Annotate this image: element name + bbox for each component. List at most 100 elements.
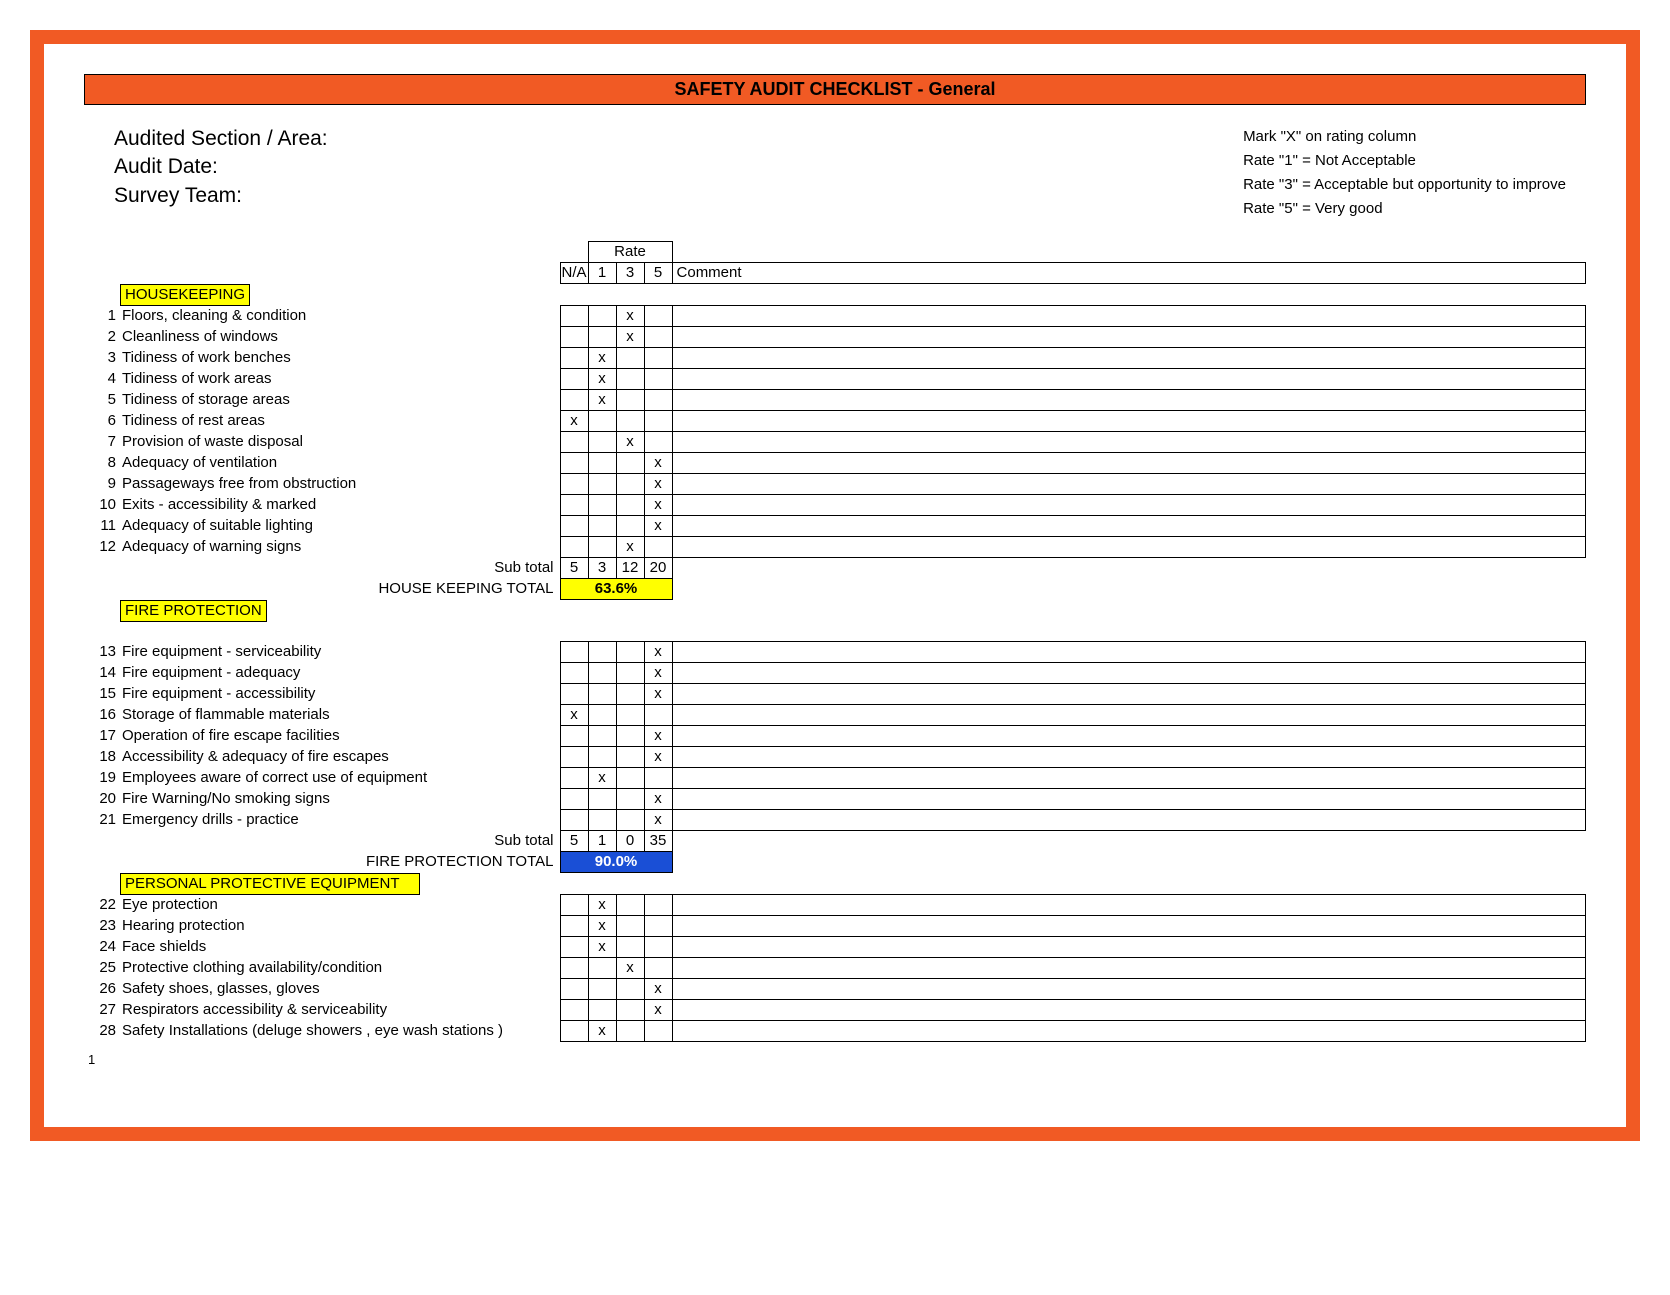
cell-comment[interactable] xyxy=(672,306,1585,327)
cell-3[interactable] xyxy=(616,390,644,411)
cell-5[interactable] xyxy=(644,411,672,432)
cell-comment[interactable] xyxy=(672,495,1585,516)
cell-1[interactable] xyxy=(588,411,616,432)
cell-5[interactable]: x xyxy=(644,453,672,474)
cell-1[interactable] xyxy=(588,306,616,327)
cell-3[interactable] xyxy=(616,411,644,432)
cell-comment[interactable] xyxy=(672,642,1585,663)
cell-comment[interactable] xyxy=(672,937,1585,958)
cell-5[interactable] xyxy=(644,348,672,369)
cell-comment[interactable] xyxy=(672,1021,1585,1042)
cell-5[interactable] xyxy=(644,705,672,726)
cell-comment[interactable] xyxy=(672,789,1585,810)
cell-1[interactable] xyxy=(588,747,616,768)
cell-5[interactable]: x xyxy=(644,810,672,831)
cell-comment[interactable] xyxy=(672,895,1585,916)
cell-comment[interactable] xyxy=(672,411,1585,432)
cell-5[interactable]: x xyxy=(644,516,672,537)
cell-3[interactable] xyxy=(616,789,644,810)
cell-comment[interactable] xyxy=(672,916,1585,937)
cell-3[interactable] xyxy=(616,453,644,474)
cell-3[interactable] xyxy=(616,642,644,663)
cell-5[interactable]: x xyxy=(644,789,672,810)
cell-3[interactable]: x xyxy=(616,432,644,453)
cell-3[interactable] xyxy=(616,348,644,369)
cell-1[interactable]: x xyxy=(588,348,616,369)
cell-1[interactable] xyxy=(588,726,616,747)
cell-5[interactable] xyxy=(644,768,672,789)
cell-3[interactable] xyxy=(616,979,644,1000)
cell-3[interactable] xyxy=(616,1021,644,1042)
cell-comment[interactable] xyxy=(672,369,1585,390)
cell-comment[interactable] xyxy=(672,474,1585,495)
cell-na[interactable] xyxy=(560,1000,588,1021)
cell-5[interactable]: x xyxy=(644,726,672,747)
cell-na[interactable] xyxy=(560,474,588,495)
cell-comment[interactable] xyxy=(672,453,1585,474)
cell-5[interactable] xyxy=(644,958,672,979)
cell-na[interactable] xyxy=(560,1021,588,1042)
cell-na[interactable] xyxy=(560,684,588,705)
cell-3[interactable] xyxy=(616,516,644,537)
cell-1[interactable] xyxy=(588,958,616,979)
cell-comment[interactable] xyxy=(672,979,1585,1000)
cell-na[interactable] xyxy=(560,390,588,411)
cell-comment[interactable] xyxy=(672,516,1585,537)
cell-5[interactable] xyxy=(644,369,672,390)
cell-5[interactable]: x xyxy=(644,474,672,495)
cell-na[interactable] xyxy=(560,642,588,663)
cell-5[interactable]: x xyxy=(644,642,672,663)
cell-3[interactable] xyxy=(616,768,644,789)
cell-1[interactable] xyxy=(588,474,616,495)
cell-3[interactable]: x xyxy=(616,327,644,348)
cell-1[interactable] xyxy=(588,663,616,684)
cell-3[interactable] xyxy=(616,705,644,726)
cell-5[interactable] xyxy=(644,390,672,411)
cell-1[interactable]: x xyxy=(588,1021,616,1042)
cell-na[interactable] xyxy=(560,306,588,327)
cell-3[interactable]: x xyxy=(616,306,644,327)
cell-5[interactable] xyxy=(644,432,672,453)
cell-na[interactable] xyxy=(560,810,588,831)
cell-na[interactable] xyxy=(560,369,588,390)
cell-1[interactable]: x xyxy=(588,916,616,937)
cell-1[interactable] xyxy=(588,327,616,348)
cell-na[interactable] xyxy=(560,979,588,1000)
cell-na[interactable] xyxy=(560,789,588,810)
cell-na[interactable] xyxy=(560,895,588,916)
cell-1[interactable] xyxy=(588,705,616,726)
cell-comment[interactable] xyxy=(672,747,1585,768)
cell-3[interactable] xyxy=(616,810,644,831)
cell-comment[interactable] xyxy=(672,663,1585,684)
cell-5[interactable] xyxy=(644,916,672,937)
cell-1[interactable]: x xyxy=(588,390,616,411)
cell-3[interactable] xyxy=(616,495,644,516)
cell-1[interactable] xyxy=(588,684,616,705)
cell-na[interactable] xyxy=(560,726,588,747)
cell-na[interactable] xyxy=(560,747,588,768)
cell-1[interactable]: x xyxy=(588,768,616,789)
cell-3[interactable]: x xyxy=(616,958,644,979)
cell-5[interactable]: x xyxy=(644,495,672,516)
cell-comment[interactable] xyxy=(672,726,1585,747)
cell-5[interactable]: x xyxy=(644,1000,672,1021)
cell-na[interactable] xyxy=(560,916,588,937)
cell-na[interactable] xyxy=(560,453,588,474)
cell-5[interactable] xyxy=(644,895,672,916)
cell-na[interactable] xyxy=(560,937,588,958)
cell-comment[interactable] xyxy=(672,768,1585,789)
cell-na[interactable] xyxy=(560,432,588,453)
cell-1[interactable] xyxy=(588,789,616,810)
cell-comment[interactable] xyxy=(672,348,1585,369)
cell-3[interactable] xyxy=(616,916,644,937)
cell-1[interactable] xyxy=(588,979,616,1000)
cell-1[interactable] xyxy=(588,810,616,831)
cell-5[interactable] xyxy=(644,306,672,327)
cell-na[interactable] xyxy=(560,348,588,369)
cell-comment[interactable] xyxy=(672,432,1585,453)
cell-5[interactable]: x xyxy=(644,663,672,684)
cell-1[interactable] xyxy=(588,1000,616,1021)
cell-3[interactable] xyxy=(616,895,644,916)
cell-comment[interactable] xyxy=(672,958,1585,979)
cell-3[interactable] xyxy=(616,663,644,684)
